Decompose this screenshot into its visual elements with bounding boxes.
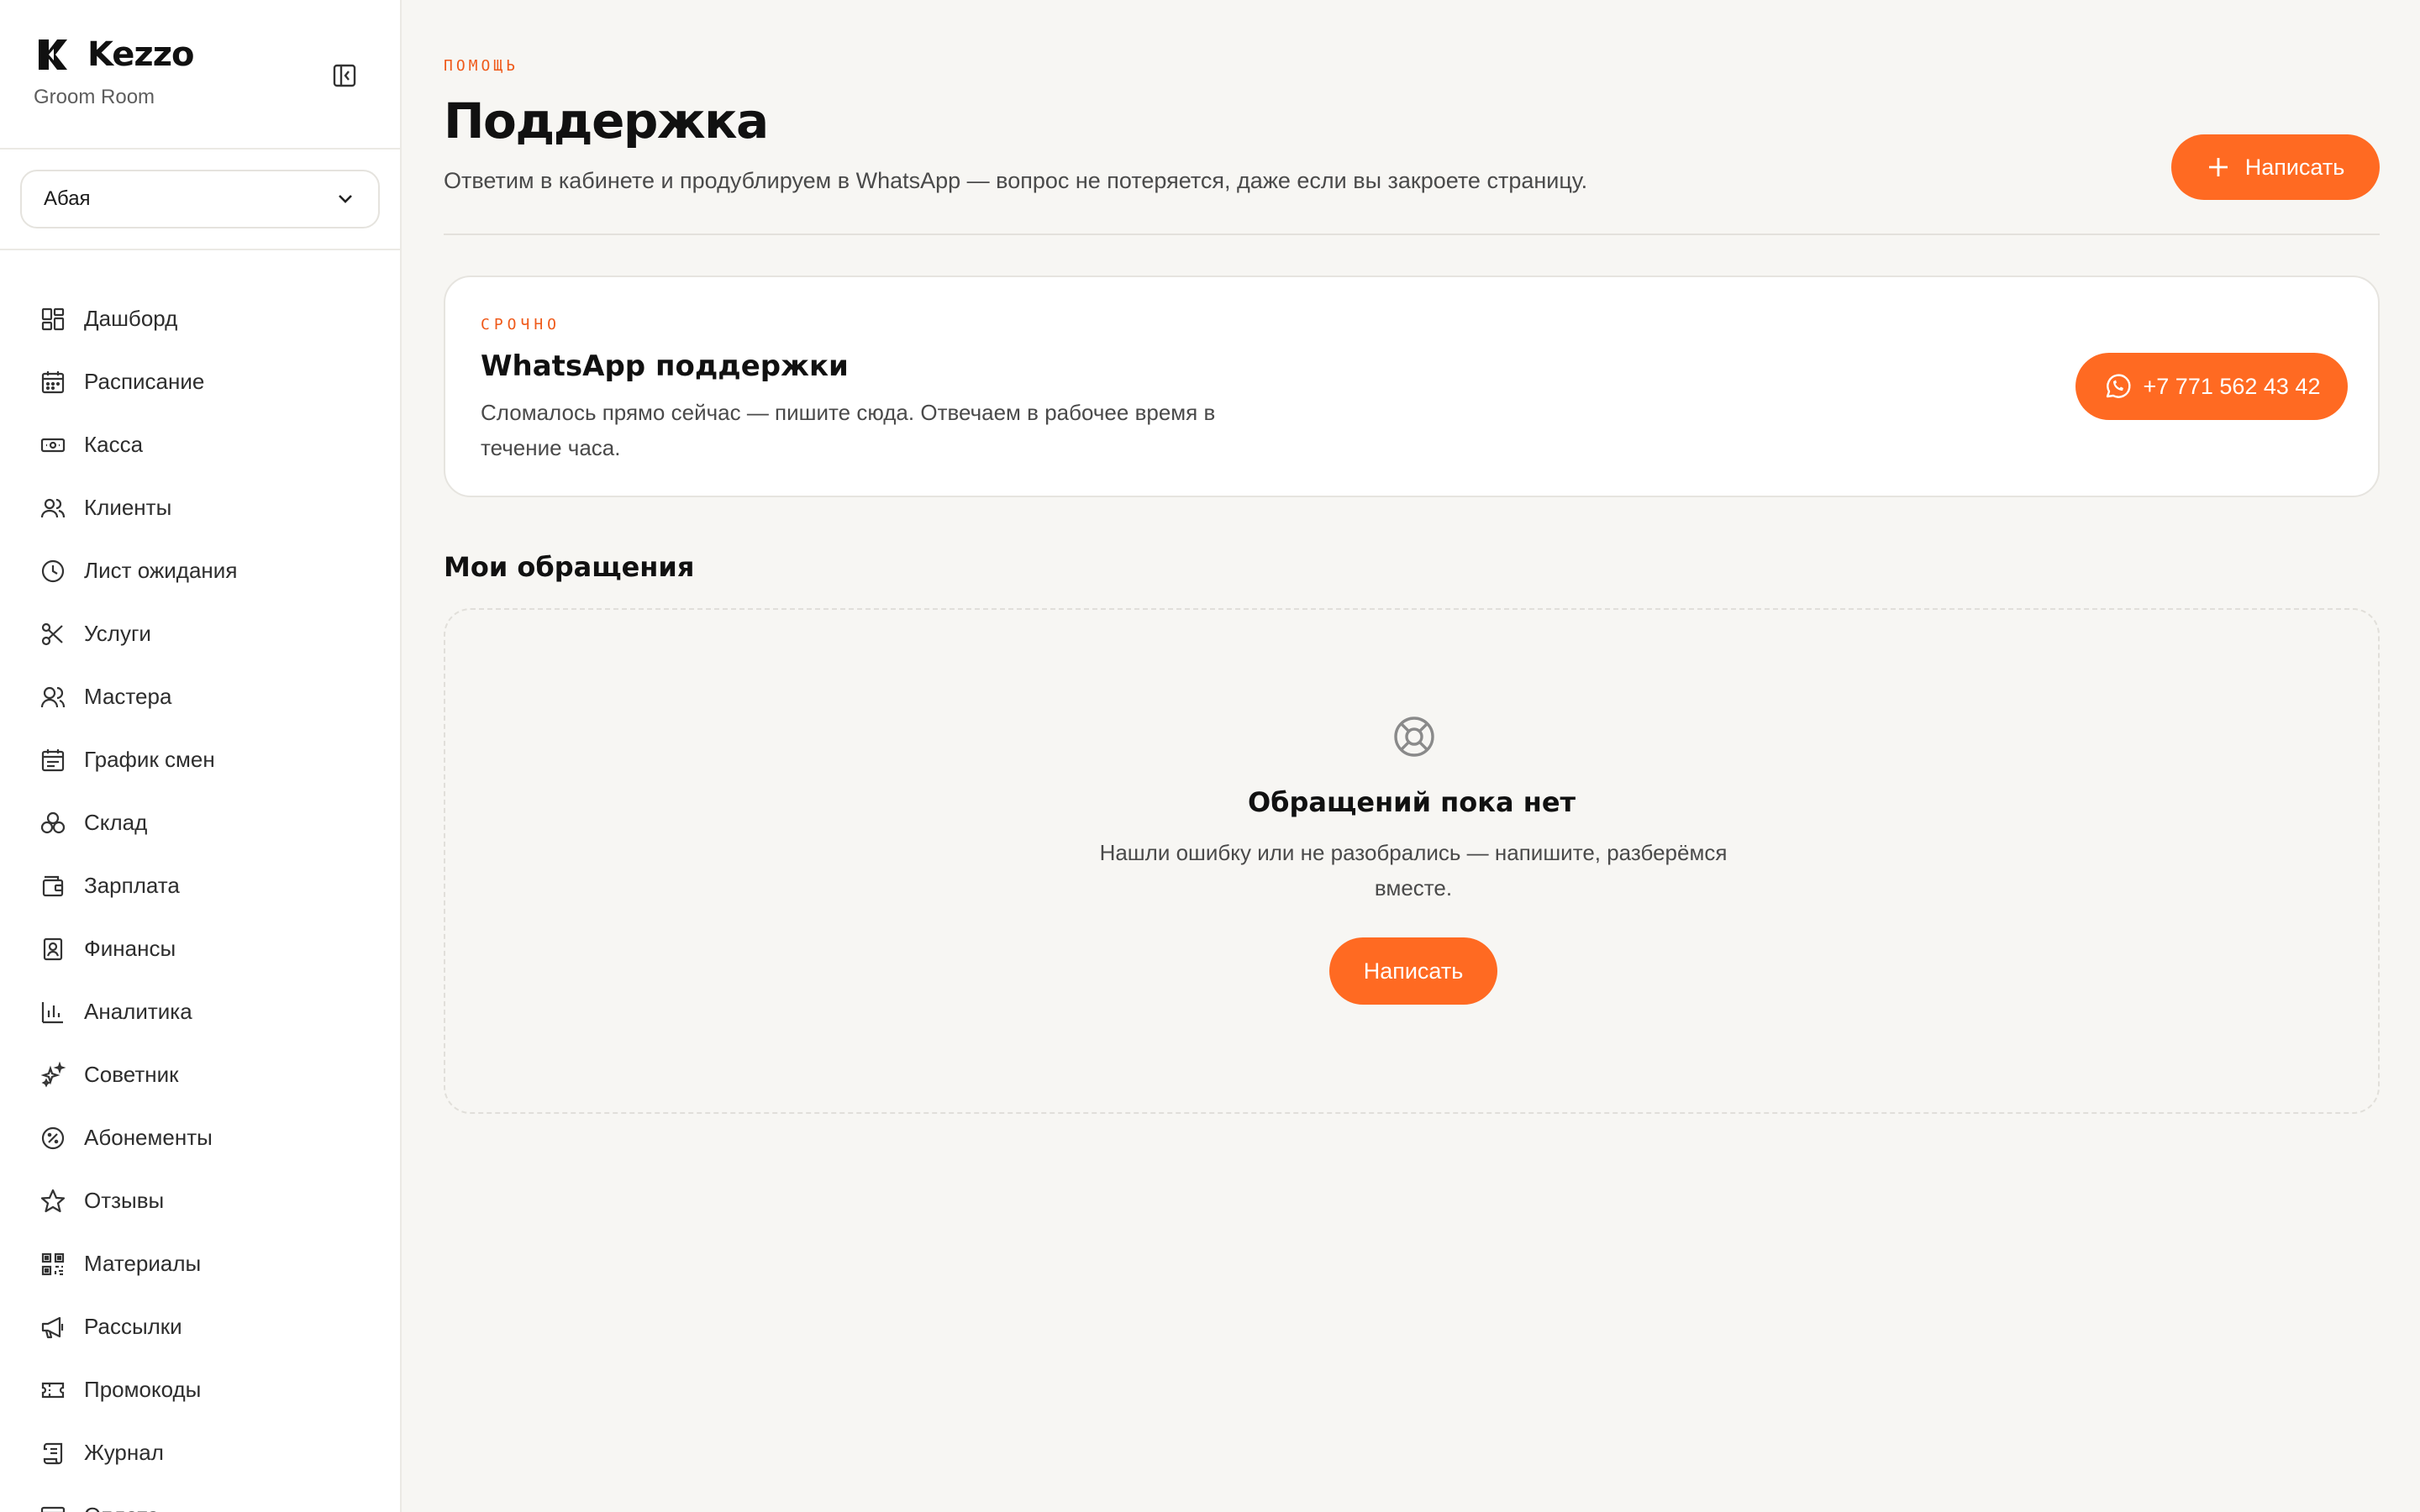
- sidebar-item-label: Финансы: [84, 936, 176, 961]
- write-button-label: Написать: [2244, 154, 2345, 180]
- sidebar-collapse-icon: [333, 64, 356, 87]
- urgent-eyebrow: СРОЧНО: [481, 316, 561, 333]
- sidebar-item-label: Отзывы: [84, 1188, 165, 1213]
- finance-icon: [39, 935, 67, 963]
- sidebar-item-label: Клиенты: [84, 495, 172, 520]
- sidebar-nav: Дашборд Расписание Касса Клиенты Лист ож…: [0, 287, 400, 1512]
- sidebar-item-schedule[interactable]: Расписание: [0, 350, 400, 413]
- urgent-support-card: СРОЧНО WhatsApp поддержки Сломалось прям…: [444, 276, 2380, 497]
- urgent-description: Сломалось прямо сейчас — пишите сюда. От…: [481, 400, 1216, 460]
- sidebar-item-shifts[interactable]: График смен: [0, 728, 400, 791]
- sidebar-item-label: Мастера: [84, 684, 172, 709]
- sidebar-item-masters[interactable]: Мастера: [0, 665, 400, 728]
- sidebar-item-finance[interactable]: Финансы: [0, 917, 400, 980]
- page-title: Поддержка: [444, 92, 769, 150]
- wallet-icon: [39, 872, 67, 900]
- empty-state-text: Нашли ошибку или не разобрались — напиши…: [1099, 840, 1728, 900]
- sidebar-item-label: Оплата: [84, 1503, 159, 1512]
- analytics-icon: [39, 998, 67, 1026]
- empty-write-button-label: Написать: [1363, 958, 1464, 984]
- sidebar-divider: [0, 249, 400, 250]
- sidebar-item-label: Склад: [84, 810, 148, 835]
- warehouse-icon: [39, 809, 67, 837]
- sidebar-item-label: График смен: [84, 747, 215, 772]
- sidebar-item-clients[interactable]: Клиенты: [0, 476, 400, 539]
- sidebar-divider: [0, 148, 400, 150]
- sidebar-item-label: Расписание: [84, 369, 205, 394]
- whatsapp-phone: +7 771 562 43 42: [2143, 373, 2321, 399]
- chevron-down-icon: [339, 195, 352, 203]
- qr-icon: [39, 1250, 67, 1278]
- sidebar-item-label: Журнал: [84, 1440, 164, 1465]
- clients-icon: [39, 494, 67, 522]
- sidebar-collapse-button[interactable]: [328, 59, 361, 92]
- masters-icon: [39, 683, 67, 711]
- sidebar-item-label: Услуги: [84, 621, 151, 646]
- empty-state-title: Обращений пока нет: [1247, 786, 1576, 818]
- dashboard-icon: [39, 305, 67, 333]
- sidebar-item-label: Материалы: [84, 1251, 202, 1276]
- calendar-icon: [39, 368, 67, 396]
- page-eyebrow: ПОМОЩЬ: [444, 57, 519, 75]
- scissors-icon: [39, 620, 67, 648]
- card-icon: [39, 1502, 67, 1512]
- whatsapp-icon: [2106, 374, 2131, 398]
- sidebar-item-advisor[interactable]: Советник: [0, 1043, 400, 1106]
- plus-icon: [2208, 158, 2228, 176]
- sidebar-item-cash[interactable]: Касса: [0, 413, 400, 476]
- sidebar-item-journal[interactable]: Журнал: [0, 1421, 400, 1484]
- sidebar: Kezzo Groom Room Абая Дашборд Расписание…: [0, 0, 402, 1512]
- shift-calendar-icon: [39, 746, 67, 774]
- sidebar-item-label: Промокоды: [84, 1377, 202, 1402]
- tickets-title: Мои обращения: [444, 551, 695, 583]
- sidebar-item-label: Касса: [84, 432, 144, 457]
- sidebar-item-label: Абонементы: [84, 1125, 213, 1150]
- star-icon: [39, 1187, 67, 1215]
- sidebar-item-label: Лист ожидания: [84, 558, 238, 583]
- sparkles-icon: [39, 1061, 67, 1089]
- empty-write-button[interactable]: Написать: [1329, 937, 1497, 1005]
- sidebar-item-materials[interactable]: Материалы: [0, 1232, 400, 1295]
- subscription-icon: [39, 1124, 67, 1152]
- sidebar-item-label: Рассылки: [84, 1314, 182, 1339]
- lifebuoy-icon: [1394, 717, 1434, 757]
- sidebar-item-waitlist[interactable]: Лист ожидания: [0, 539, 400, 602]
- sidebar-item-dashboard[interactable]: Дашборд: [0, 287, 400, 350]
- ticket-icon: [39, 1376, 67, 1404]
- sidebar-item-warehouse[interactable]: Склад: [0, 791, 400, 854]
- urgent-title: WhatsApp поддержки: [481, 349, 849, 383]
- sidebar-item-label: Советник: [84, 1062, 179, 1087]
- sidebar-item-promocodes[interactable]: Промокоды: [0, 1358, 400, 1421]
- sidebar-item-analytics[interactable]: Аналитика: [0, 980, 400, 1043]
- sidebar-item-mailings[interactable]: Рассылки: [0, 1295, 400, 1358]
- tickets-empty-state: Обращений пока нет Нашли ошибку или не р…: [444, 608, 2380, 1114]
- sidebar-item-label: Аналитика: [84, 999, 192, 1024]
- sidebar-item-services[interactable]: Услуги: [0, 602, 400, 665]
- megaphone-icon: [39, 1313, 67, 1341]
- kezzo-logo-icon: [39, 39, 67, 70]
- sidebar-item-subscriptions[interactable]: Абонементы: [0, 1106, 400, 1169]
- scroll-icon: [39, 1439, 67, 1467]
- page-subtitle: Ответим в кабинете и продублируем в What…: [444, 168, 1588, 193]
- sidebar-item-label: Дашборд: [84, 306, 178, 331]
- brand[interactable]: Kezzo: [34, 35, 194, 74]
- sidebar-item-salary[interactable]: Зарплата: [0, 854, 400, 917]
- cash-icon: [39, 431, 67, 459]
- branch-select-value: Абая: [44, 187, 91, 210]
- header-divider: [444, 234, 2380, 235]
- sidebar-item-reviews[interactable]: Отзывы: [0, 1169, 400, 1232]
- salon-name: Groom Room: [34, 86, 155, 108]
- sidebar-item-label: Зарплата: [84, 873, 180, 898]
- write-button[interactable]: Написать: [2171, 134, 2380, 200]
- branch-select[interactable]: Абая: [20, 170, 380, 228]
- whatsapp-button[interactable]: +7 771 562 43 42: [2075, 353, 2348, 420]
- sidebar-item-payment[interactable]: Оплата: [0, 1484, 400, 1512]
- clock-icon: [39, 557, 67, 585]
- brand-name: Kezzo: [87, 35, 194, 74]
